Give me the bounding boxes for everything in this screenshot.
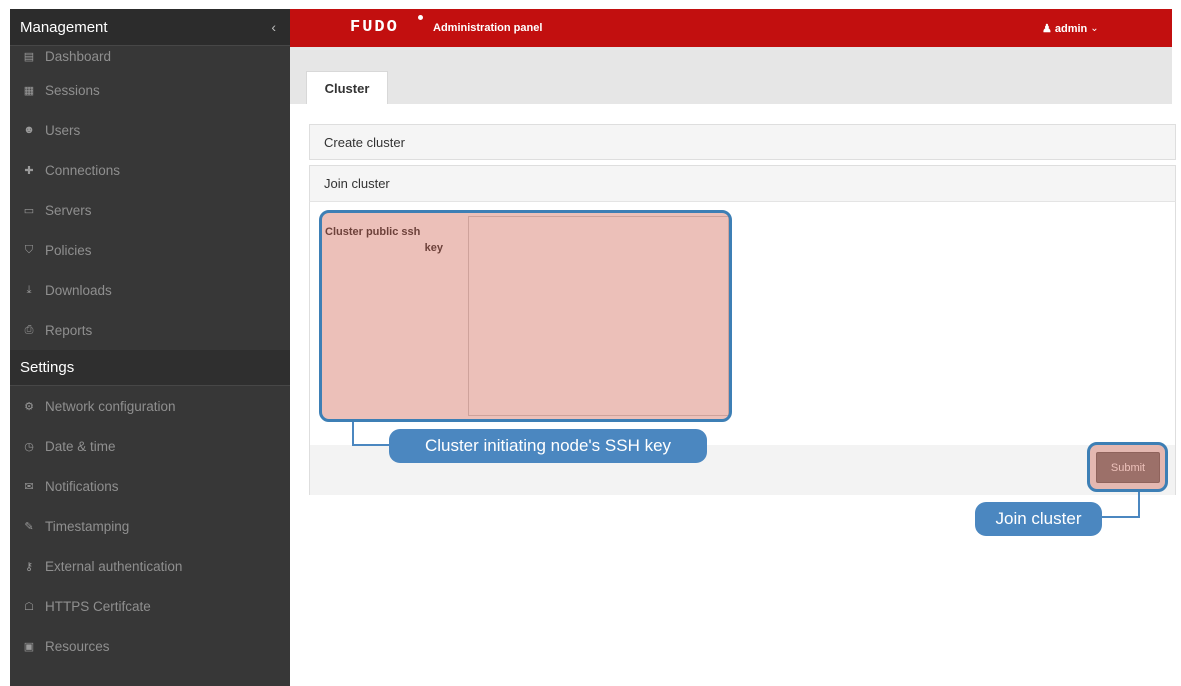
fudo-logo[interactable]: FUDO [350, 18, 399, 37]
sidebar-item-external-authentication[interactable]: ⚷ External authentication [10, 546, 290, 586]
sidebar-item-label: Timestamping [45, 518, 130, 534]
sidebar-item-label: Dashboard [45, 48, 112, 64]
chart-icon: ▤ [23, 50, 35, 63]
sidebar-item-label: HTTPS Certifcate [45, 598, 151, 614]
management-heading-label: Management [20, 18, 108, 36]
user-name: admin [1054, 22, 1088, 35]
printer-icon: ⎙ [24, 323, 34, 336]
sidebar-item-label: Connections [45, 162, 121, 178]
sidebar-item-label: Downloads [45, 282, 112, 298]
sidebar-item-servers[interactable]: ▭ Servers [10, 190, 290, 230]
plus-icon: ✚ [24, 164, 34, 177]
key-icon: ⚷ [24, 560, 34, 573]
picture-icon: ▣ [23, 640, 35, 653]
sidebar-item-label: Policies [45, 242, 92, 258]
collapse-sidebar-icon[interactable]: ‹ [271, 19, 276, 35]
join-cluster-callout: Join cluster [975, 502, 1102, 536]
management-heading: Management ‹ [10, 9, 290, 46]
sidebar-item-label: Notifications [45, 478, 119, 494]
sidebar-item-label: Users [45, 122, 81, 138]
sidebar-item-downloads[interactable]: ⤓ Downloads [10, 270, 290, 310]
settings-heading: Settings [10, 350, 290, 386]
sidebar-item-resources[interactable]: ▣ Resources [10, 626, 290, 666]
film-icon: ▦ [23, 84, 35, 97]
sidebar-item-policies[interactable]: ⛉ Policies [10, 230, 290, 270]
sidebar-item-label: Date & time [45, 438, 116, 454]
users-icon: ☻ [23, 124, 35, 136]
join-cluster-panel[interactable]: Join cluster [309, 165, 1176, 201]
submit-highlight [1087, 442, 1168, 492]
clock-icon: ◷ [24, 440, 34, 453]
user-icon: ♟ [1042, 23, 1052, 35]
sidebar-item-label: Servers [45, 202, 92, 218]
join-leader-line [1100, 492, 1140, 518]
download-icon: ⤓ [26, 283, 32, 296]
chevron-down-icon: ⌄ [1090, 23, 1099, 34]
logo-dot-icon [418, 15, 423, 20]
sidebar-item-label: Resources [45, 638, 110, 654]
sidebar-item-date-time[interactable]: ◷ Date & time [10, 426, 290, 466]
user-menu[interactable]: ♟ admin ⌄ [1042, 22, 1099, 36]
tab-strip: Cluster [290, 47, 1172, 104]
sidebar-item-reports[interactable]: ⎙ Reports [10, 310, 290, 350]
sidebar: Management ‹ ▤ Dashboard ▦ Sessions ☻ Users ✚ C… [10, 9, 290, 686]
server-icon: ▭ [23, 204, 35, 217]
sidebar-item-label: Sessions [45, 82, 100, 98]
sidebar-item-sessions[interactable]: ▦ Sessions [10, 70, 290, 110]
envelope-icon: ✉ [24, 480, 34, 493]
ssh-key-highlight [319, 210, 732, 422]
sidebar-item-network-configuration[interactable]: ⚙ Network configuration [10, 386, 290, 426]
sidebar-item-label: Network configuration [45, 398, 176, 414]
create-cluster-panel[interactable]: Create cluster [309, 124, 1176, 160]
sidebar-item-users[interactable]: ☻ Users [10, 110, 290, 150]
sidebar-item-https-certifcate[interactable]: ☖ HTTPS Certifcate [10, 586, 290, 626]
sidebar-item-notifications[interactable]: ✉ Notifications [10, 466, 290, 506]
panel-title: Administration panel [433, 22, 543, 34]
sidebar-item-connections[interactable]: ✚ Connections [10, 150, 290, 190]
gears-icon: ⚙ [24, 400, 34, 413]
ssh-key-callout: Cluster initiating node's SSH key [389, 429, 707, 463]
sidebar-item-label: Reports [45, 322, 93, 338]
sidebar-item-dashboard[interactable]: ▤ Dashboard [10, 42, 290, 70]
sidebar-item-timestamping[interactable]: ✎ Timestamping [10, 506, 290, 546]
tab-cluster[interactable]: Cluster [306, 71, 388, 104]
shield-icon: ⛉ [24, 243, 34, 256]
edit-icon: ✎ [24, 520, 34, 533]
sidebar-item-label: External authentication [45, 558, 183, 574]
ssh-key-leader-line [352, 422, 390, 446]
top-bar: FUDO Administration panel ♟ admin ⌄ [290, 9, 1172, 47]
lock-icon: ☖ [24, 600, 34, 613]
settings-heading-label: Settings [20, 359, 75, 376]
